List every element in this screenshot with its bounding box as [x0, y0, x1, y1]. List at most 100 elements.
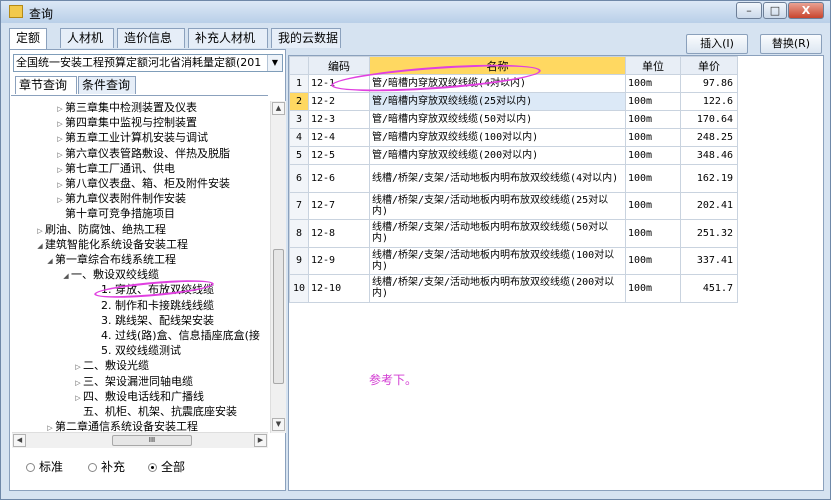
tree-item[interactable]: 4. 过线(路)盒、信息插座底盒(接 — [91, 329, 260, 343]
tab-chapter-search[interactable]: 章节查询 — [15, 76, 77, 94]
radio-supplement-dot — [88, 463, 97, 472]
tab-cost-info[interactable]: 造价信息 — [117, 28, 185, 48]
vertical-scroll-thumb[interactable] — [273, 249, 284, 384]
expander-icon[interactable]: ▷ — [73, 360, 83, 374]
scroll-down-icon[interactable]: ▼ — [272, 418, 285, 431]
insert-button[interactable]: 插入(I) — [686, 34, 748, 54]
table-row[interactable]: 4 12-4 管/暗槽内穿放双绞线缆(100对以内) 100m 248.25 — [289, 128, 738, 147]
tree-item[interactable]: 第十章可竞争措施项目 — [55, 207, 175, 221]
tree-item-label: 第十章可竞争措施项目 — [65, 207, 175, 221]
tree-item[interactable]: ◢ 第一章综合布线系统工程 — [45, 253, 176, 267]
table-row[interactable]: 5 12-5 管/暗槽内穿放双绞线缆(200对以内) 100m 348.46 — [289, 146, 738, 165]
unit-cell: 100m — [625, 74, 681, 93]
tree-item-label: 第六章仪表管路敷设、伴热及脱脂 — [65, 146, 230, 160]
row-number: 6 — [289, 164, 309, 193]
tree-item[interactable]: ▷ 第六章仪表管路敷设、伴热及脱脂 — [55, 147, 230, 161]
tree-item-label: 第一章综合布线系统工程 — [55, 253, 176, 266]
table-row[interactable]: 7 12-7 线槽/桥架/支架/活动地板内明布放双绞线缆(25对以内) 100m 202… — [289, 191, 738, 220]
name-cell: 线槽/桥架/支架/活动地板内明布放双绞线缆(200对以内) — [369, 274, 626, 303]
horizontal-scroll-thumb[interactable]: III — [112, 435, 192, 446]
expander-icon[interactable]: ▷ — [55, 132, 65, 146]
close-button[interactable]: X — [788, 2, 824, 19]
tree-item[interactable]: ▷ 刷油、防腐蚀、绝热工程 — [35, 223, 166, 237]
tree-item[interactable]: ▷ 第八章仪表盘、箱、柜及附件安装 — [55, 177, 230, 191]
radio-supplement[interactable]: 补充 — [88, 460, 125, 474]
tree-item[interactable]: ▷ 第四章集中监视与控制装置 — [55, 116, 197, 130]
tree-item[interactable]: ▷ 三、架设漏泄同轴电缆 — [73, 375, 193, 389]
window-title: 查询 — [29, 7, 54, 21]
tree-item-label: 五、机柜、机架、抗震底座安装 — [83, 405, 237, 418]
tree-item[interactable]: ▷ 第五章工业计算机安装与调试 — [55, 131, 208, 145]
row-number: 4 — [289, 128, 309, 147]
radio-all-dot — [148, 463, 157, 472]
price-cell: 348.46 — [680, 146, 738, 165]
radio-all[interactable]: 全部 — [148, 460, 185, 474]
table-row[interactable]: 6 12-6 线槽/桥架/支架/活动地板内明布放双绞线缆(4对以内) 100m 162.… — [289, 164, 738, 193]
radio-standard[interactable]: 标准 — [26, 460, 63, 474]
quota-library-select[interactable]: 全国统一安装工程预算定额河北省消耗量定额(201 ▼ — [13, 54, 283, 72]
table-row[interactable]: 8 12-8 线槽/桥架/支架/活动地板内明布放双绞线缆(50对以内) 100m 251… — [289, 219, 738, 248]
tree-item[interactable]: ◢ 建筑智能化系统设备安装工程 — [35, 238, 188, 252]
table-row[interactable]: 3 12-3 管/暗槽内穿放双绞线缆(50对以内) 100m 170.64 — [289, 110, 738, 129]
expander-icon[interactable]: ▷ — [55, 163, 65, 177]
price-cell: 97.86 — [680, 74, 738, 93]
scroll-up-icon[interactable]: ▲ — [272, 102, 285, 115]
unit-header[interactable]: 单位 — [625, 56, 681, 75]
tree-item[interactable]: ▷ 第三章集中检测装置及仪表 — [55, 101, 197, 115]
tab-supplement-material[interactable]: 补充人材机 — [188, 28, 268, 48]
row-number: 2 — [289, 92, 309, 111]
expander-icon[interactable]: ◢ — [35, 239, 45, 253]
expander-icon[interactable]: ◢ — [61, 269, 71, 283]
expander-icon[interactable]: ▷ — [35, 224, 45, 238]
tree-item[interactable]: ◢ 一、敷设双绞线缆 — [61, 268, 159, 282]
tab-labor-material[interactable]: 人材机 — [60, 28, 114, 48]
expander-icon[interactable]: ▷ — [55, 178, 65, 192]
row-number: 3 — [289, 110, 309, 129]
expander-icon[interactable]: ▷ — [55, 102, 65, 116]
tree-item[interactable]: 3. 跳线架、配线架安装 — [91, 314, 214, 328]
tree-item[interactable]: 五、机柜、机架、抗震底座安装 — [73, 405, 237, 419]
tree-item-label: 3. 跳线架、配线架安装 — [101, 313, 214, 327]
tree-item[interactable]: 2. 制作和卡接跳线线缆 — [91, 299, 214, 313]
tab-quota[interactable]: 定额 — [9, 28, 47, 49]
table-row[interactable]: 2 12-2 管/暗槽内穿放双绞线缆(25对以内) 100m 122.6 — [289, 92, 738, 111]
tree-item-label: 第九章仪表附件制作安装 — [65, 192, 186, 206]
tree-horizontal-scrollbar[interactable]: ◀ III ▶ — [12, 432, 268, 448]
scroll-right-icon[interactable]: ▶ — [254, 434, 267, 447]
expander-icon[interactable]: ◢ — [45, 254, 55, 268]
tree-item[interactable]: ▷ 第九章仪表附件制作安装 — [55, 192, 186, 206]
table-row[interactable]: 10 12-10 线槽/桥架/支架/活动地板内明布放双绞线缆(200对以内) 100m… — [289, 274, 738, 303]
replace-button[interactable]: 替换(R) — [760, 34, 822, 54]
tree-item-label: 四、敷设电话线和广播线 — [83, 389, 204, 403]
tab-condition-search[interactable]: 条件查询 — [78, 76, 136, 94]
tree-item-label: 三、架设漏泄同轴电缆 — [83, 374, 193, 388]
expander-icon[interactable]: ▷ — [73, 391, 83, 405]
table-row[interactable]: 9 12-9 线槽/桥架/支架/活动地板内明布放双绞线缆(100对以内) 100m 33… — [289, 246, 738, 275]
tree-item[interactable]: ▷ 第二章通信系统设备安装工程 — [45, 420, 198, 432]
unit-cell: 100m — [625, 92, 681, 111]
expander-icon[interactable]: ▷ — [55, 193, 65, 207]
tree-item[interactable]: 5. 双绞线缆测试 — [91, 344, 181, 358]
scroll-left-icon[interactable]: ◀ — [13, 434, 26, 447]
expander-icon[interactable]: ▷ — [73, 376, 83, 390]
tree-item[interactable]: ▷ 四、敷设电话线和广播线 — [73, 390, 204, 404]
maximize-button[interactable]: □ — [763, 2, 787, 19]
tree-item-label: 5. 双绞线缆测试 — [101, 344, 181, 358]
minimize-button[interactable]: – — [736, 2, 762, 19]
tab-cloud-data[interactable]: 我的云数据 — [271, 28, 341, 48]
name-cell: 线槽/桥架/支架/活动地板内明布放双绞线缆(4对以内) — [369, 164, 626, 193]
unit-cell: 100m — [625, 164, 681, 193]
code-header[interactable]: 编码 — [308, 56, 370, 75]
dropdown-arrow-icon[interactable]: ▼ — [267, 55, 282, 71]
tree-item[interactable]: ▷ 第七章工厂通讯、供电 — [55, 162, 175, 176]
price-cell: 337.41 — [680, 246, 738, 275]
expander-icon[interactable]: ▷ — [55, 148, 65, 162]
expander-icon[interactable]: ▷ — [45, 421, 55, 432]
code-cell: 12-8 — [308, 219, 370, 248]
expander-icon[interactable]: ▷ — [55, 117, 65, 131]
tree-item[interactable]: ▷ 二、敷设光缆 — [73, 359, 149, 373]
tree-item-label: 建筑智能化系统设备安装工程 — [45, 237, 188, 251]
price-header[interactable]: 单价 — [680, 56, 738, 75]
app-icon — [9, 5, 23, 18]
tree-vertical-scrollbar[interactable]: ▲ ▼ — [270, 101, 286, 433]
